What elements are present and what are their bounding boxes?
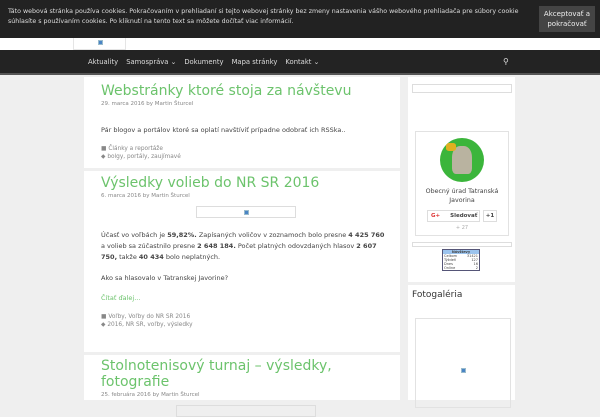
broken-image-icon [98,40,103,45]
post-date[interactable]: 29. marca 2016 [101,101,145,107]
gallery-heading: Fotogaléria [412,290,463,300]
divider [84,352,400,355]
post-image [196,206,296,218]
folder-icon: ■ [101,146,107,152]
google-plus-icon: G+ [431,213,441,219]
post-categories[interactable]: Články a reportáže [108,146,163,152]
header-strip [0,38,600,50]
search-icon[interactable]: ⚲ [503,57,509,66]
widget-frame [412,84,512,93]
post: Stolnotenisový turnaj – výsledky, fotogr… [84,358,400,417]
plus-one-button[interactable]: +1 [483,210,497,222]
nav-aktuality[interactable]: Aktuality [88,58,118,66]
coat-of-arms-avatar[interactable] [440,138,484,182]
post-date[interactable]: 25. februára 2016 [101,392,151,398]
nav-dokumenty[interactable]: Dokumenty [184,58,223,66]
accept-cookies-button[interactable]: Akceptovať a pokračovať [539,6,595,32]
folder-icon: ■ [101,314,107,320]
post: Výsledky volieb do NR SR 2016 6. marca 2… [84,175,400,329]
post-title[interactable]: Stolnotenisový turnaj – výsledky, fotogr… [101,358,400,390]
post-author[interactable]: Martin Šturcel [161,392,200,398]
follower-count: + 27 [455,225,469,231]
post-title[interactable]: Webstránky ktoré stoja za návštevu [101,83,400,99]
divider [84,168,400,171]
post-tags[interactable]: bolgy, portály, zaujímavé [107,154,180,160]
visit-counter: Návštevy Celkom 31421 Týždeň 127 Dnes 16 On… [442,249,480,271]
nav-kontakt[interactable]: Kontakt ⌄ [285,58,319,66]
main-nav: Aktuality Samospráva ⌄ Dokumenty Mapa st… [0,50,600,75]
tag-icon: ◆ [101,322,106,328]
post-title[interactable]: Výsledky volieb do NR SR 2016 [101,175,400,191]
read-more-link[interactable]: Čítať ďalej... [101,293,386,304]
broken-image-icon [460,368,466,373]
follow-button[interactable]: G+ Sledovať [427,210,480,222]
post-paragraph: Ako sa hlasovalo v Tatranskej Javorine? [101,274,229,282]
tag-icon: ◆ [101,154,106,160]
post-image [176,405,316,417]
by-label: by [142,193,150,199]
post: Webstránky ktoré stoja za návštevu 29. m… [84,83,400,161]
page-name[interactable]: Obecný úrad Tatranská Javorina [416,187,508,205]
post-excerpt: Pár blogov a portálov ktoré sa oplatí na… [101,126,346,134]
broken-image-icon [243,210,249,215]
post-paragraph: Účasť vo voľbách je 59,82%. Zapísaných v… [101,231,385,261]
widget-frame [412,242,512,247]
site-logo[interactable] [73,38,126,50]
cookie-text[interactable]: Táto webová stránka používa cookies. Pok… [8,7,523,27]
by-label: by [146,101,154,107]
nav-mapa-stranky[interactable]: Mapa stránky [232,58,278,66]
post-author[interactable]: Martin Šturcel [151,193,190,199]
google-plus-badge: Obecný úrad Tatranská Javorina G+ Sledova… [415,131,509,236]
divider [408,282,515,285]
by-label: by [152,392,160,398]
post-tags[interactable]: 2016, NR SR, voľby, výsledky [107,322,192,328]
post-author[interactable]: Martin Šturcel [155,101,194,107]
post-categories[interactable]: Voľby, Voľby do NR SR 2016 [108,314,190,320]
nav-samosprava[interactable]: Samospráva ⌄ [126,58,176,66]
cookie-banner[interactable]: Táto webová stránka používa cookies. Pok… [0,0,600,38]
gallery-widget[interactable] [415,318,511,408]
post-date[interactable]: 6. marca 2016 [101,193,141,199]
main-content: Webstránky ktoré stoja za návštevu 29. m… [84,77,400,417]
sidebar: Obecný úrad Tatranská Javorina G+ Sledova… [408,77,515,408]
